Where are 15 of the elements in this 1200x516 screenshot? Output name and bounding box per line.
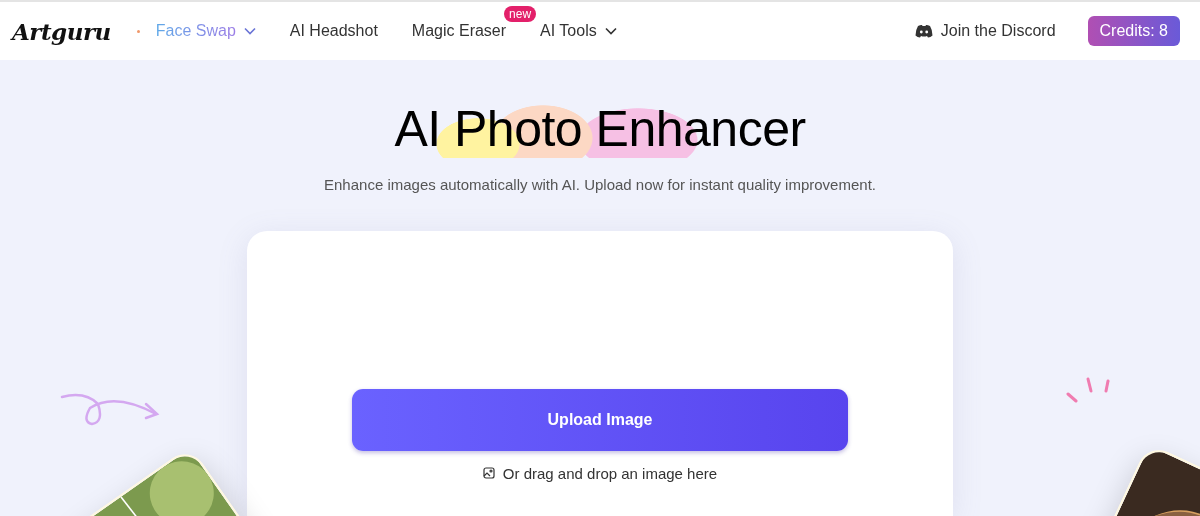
new-badge: new xyxy=(504,6,537,22)
credits-button[interactable]: Credits: 8 xyxy=(1087,16,1180,46)
nav-item[interactable]: AI Tools xyxy=(540,22,617,40)
nav-item[interactable]: AI Headshot xyxy=(289,22,378,40)
discord-icon xyxy=(914,24,933,38)
image-icon xyxy=(482,467,496,480)
upload-button[interactable]: Upload Image xyxy=(352,389,848,451)
chevron-down-icon xyxy=(243,27,256,35)
discord-link[interactable]: Join the Discord xyxy=(914,22,1056,40)
nav-item[interactable]: Magic Eraser xyxy=(411,22,507,40)
chevron-down-icon xyxy=(604,27,617,35)
sparkle-lines-drawing xyxy=(1066,377,1112,405)
drag-drop-hint: Or drag and drop an image here xyxy=(502,465,718,482)
page-subtitle: Enhance images automatically with AI. Upload now for instant quality improvement. xyxy=(324,176,876,193)
logo[interactable]: Artguru xyxy=(12,17,111,45)
